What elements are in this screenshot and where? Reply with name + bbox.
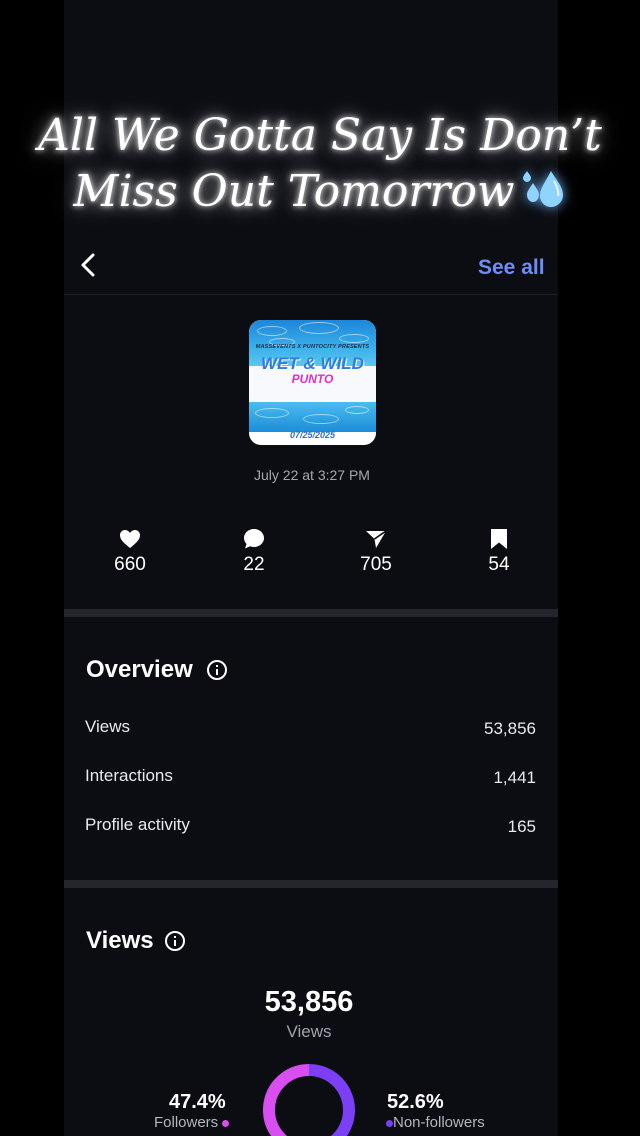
caption-line-2: Miss Out Tomorrow — [73, 166, 515, 217]
header-divider — [64, 294, 558, 295]
section-divider — [64, 880, 558, 888]
sweat-droplets-icon — [521, 167, 567, 223]
post-timestamp: July 22 at 3:27 PM — [254, 467, 370, 483]
overview-title: Overview — [86, 656, 193, 683]
thumbnail-date: 07/25/2025 — [289, 430, 336, 440]
saves-count: 54 — [488, 554, 510, 575]
stat-likes: 660 — [90, 526, 170, 576]
followers-dot — [222, 1119, 230, 1127]
profile-activity-row-value: 165 — [507, 817, 536, 836]
followers-legend: Followers — [154, 1114, 230, 1131]
views-row-value: 53,856 — [484, 719, 536, 738]
story-caption: All We Gotta Say Is Don’t Miss Out Tomor… — [0, 108, 640, 223]
heart-icon — [90, 526, 170, 552]
caption-line-1: All We Gotta Say Is Don’t — [38, 110, 602, 161]
views-info-icon[interactable] — [165, 931, 185, 951]
back-button[interactable] — [74, 250, 104, 280]
thumbnail-subtitle: PUNTO — [291, 372, 334, 386]
caption-line-2-wrap: Miss Out Tomorrow — [0, 164, 640, 223]
non-followers-label: Non-followers — [393, 1114, 485, 1131]
non-followers-dot — [386, 1119, 393, 1127]
share-icon — [336, 526, 416, 552]
non-followers-percent: 52.6% — [387, 1091, 444, 1113]
views-title: Views — [86, 927, 154, 954]
profile-activity-row-label: Profile activity — [85, 815, 190, 834]
comments-count: 22 — [243, 554, 265, 575]
pool-water-bottom — [249, 402, 376, 432]
interactions-row-value: 1,441 — [493, 768, 536, 787]
thumbnail-title: WET & WILD — [261, 354, 364, 373]
chevron-left-icon — [81, 253, 95, 277]
stat-saves: 54 — [459, 526, 539, 576]
section-divider — [64, 609, 558, 617]
followers-percent: 47.4% — [169, 1091, 226, 1113]
stat-shares: 705 — [336, 526, 416, 576]
bookmark-icon — [459, 526, 539, 552]
thumbnail-presents-text: MASSEVENTS X PUNTOCITY PRESENTS — [255, 344, 370, 350]
views-total: 53,856 — [264, 986, 354, 1018]
non-followers-legend: Non-followers — [386, 1114, 485, 1131]
views-donut-chart — [263, 1064, 355, 1136]
see-all-link[interactable]: See all — [478, 256, 545, 280]
likes-count: 660 — [114, 554, 146, 575]
comment-icon — [214, 526, 294, 552]
interactions-row-label: Interactions — [85, 766, 173, 785]
followers-arc — [263, 1064, 310, 1136]
post-thumbnail[interactable]: MASSEVENTS X PUNTOCITY PRESENTS WET & WI… — [249, 320, 376, 445]
followers-label: Followers — [154, 1114, 219, 1131]
overview-info-icon[interactable] — [207, 660, 227, 680]
stat-comments: 22 — [214, 526, 294, 576]
views-row-label: Views — [85, 717, 131, 736]
non-followers-arc — [308, 1064, 355, 1136]
views-total-label: Views — [286, 1022, 332, 1041]
shares-count: 705 — [360, 554, 392, 575]
